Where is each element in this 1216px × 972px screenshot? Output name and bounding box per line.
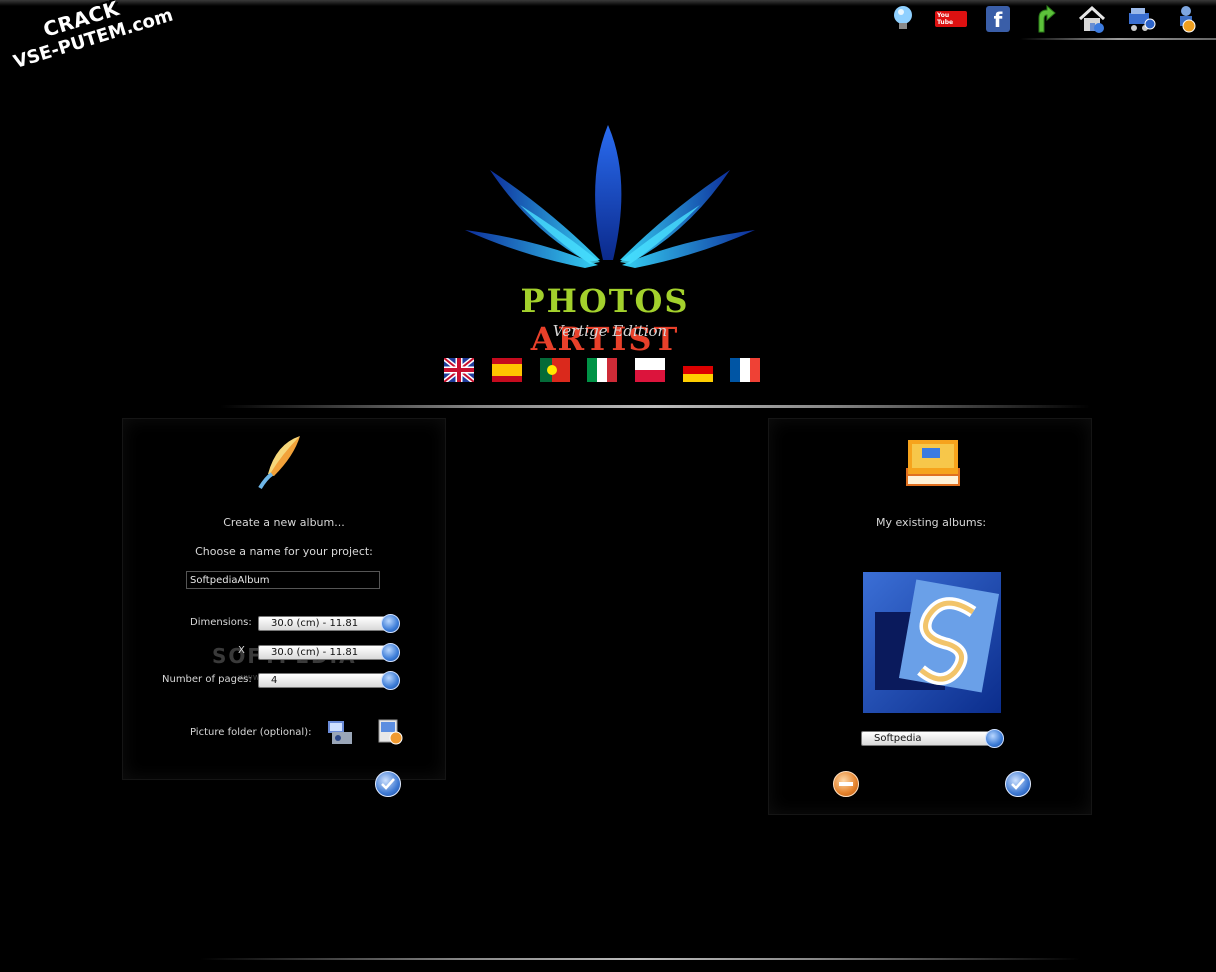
dimension-x-label: X	[238, 645, 245, 656]
project-name-input[interactable]: SoftpediaAlbum	[186, 571, 380, 589]
pages-select[interactable]: 4	[258, 673, 388, 688]
german-flag-icon[interactable]	[683, 358, 713, 382]
update-arrow-icon[interactable]	[1029, 4, 1059, 34]
youtube-label: You Tube	[935, 11, 967, 27]
pages-dropdown-button[interactable]	[381, 671, 400, 690]
open-album-ok-button[interactable]	[1005, 771, 1031, 797]
youtube-icon[interactable]: You Tube	[934, 4, 968, 34]
english-flag-icon[interactable]	[442, 356, 476, 384]
dimension-width-dropdown-button[interactable]	[381, 614, 400, 633]
footer-separator	[200, 958, 1080, 960]
new-album-title: Create a new album...	[223, 516, 345, 529]
crack-watermark: CRACK VSE-PUTEM.com	[4, 0, 176, 73]
album-book-icon	[902, 436, 964, 492]
polish-flag-icon[interactable]	[635, 358, 665, 382]
italian-flag-icon[interactable]	[587, 358, 617, 382]
existing-album-select[interactable]: Softpedia	[861, 731, 996, 746]
picture-folder-label: Picture folder (optional):	[190, 727, 312, 738]
language-selector	[442, 356, 764, 388]
home-icon[interactable]	[1077, 4, 1107, 34]
toolbar-divider	[1020, 38, 1216, 40]
create-album-ok-button[interactable]	[375, 771, 401, 797]
dimension-width-select[interactable]: 30.0 (cm) - 11.81	[258, 616, 388, 631]
choose-name-label: Choose a name for your project:	[195, 545, 373, 558]
browse-folder-icon[interactable]	[326, 717, 356, 747]
app-logo-icon	[460, 120, 760, 280]
dimensions-label: Dimensions:	[190, 617, 252, 628]
help-bulb-icon[interactable]	[888, 4, 918, 34]
album-thumbnail[interactable]	[863, 572, 1001, 713]
existing-album-dropdown-button[interactable]	[985, 729, 1004, 748]
feather-quill-icon	[256, 434, 306, 490]
dimension-height-select[interactable]: 30.0 (cm) - 11.81	[258, 645, 388, 660]
clear-folder-icon[interactable]	[376, 717, 406, 747]
french-flag-icon[interactable]	[730, 358, 760, 382]
header-separator	[220, 405, 1090, 408]
dimension-height-dropdown-button[interactable]	[381, 643, 400, 662]
facebook-icon[interactable]: f	[983, 4, 1013, 34]
portuguese-flag-icon[interactable]	[540, 358, 570, 382]
shop-cart-icon[interactable]	[1126, 4, 1156, 34]
app-title: PHOTOS ARTIST	[440, 282, 770, 358]
delete-album-button[interactable]	[833, 771, 859, 797]
title-word-photos: PHOTOS	[520, 282, 690, 320]
user-icon[interactable]	[1172, 4, 1202, 34]
pages-label: Number of pages:	[162, 674, 252, 685]
spanish-flag-icon[interactable]	[492, 358, 522, 382]
edition-subtitle: Vertige Edition	[552, 322, 668, 340]
existing-albums-title: My existing albums:	[875, 516, 987, 529]
